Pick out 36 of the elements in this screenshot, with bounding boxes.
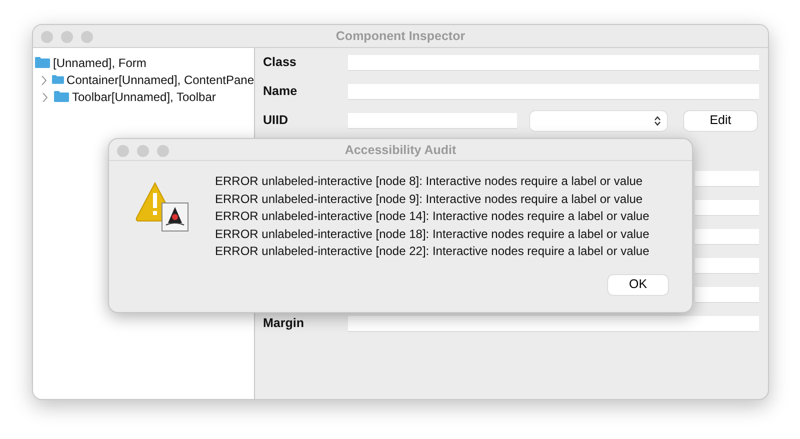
folder-icon (35, 57, 50, 68)
window-control[interactable] (137, 145, 149, 157)
dialog-title: Accessibility Audit (344, 143, 456, 157)
edit-button[interactable]: Edit (684, 110, 757, 130)
window-control[interactable] (41, 31, 53, 43)
input-field[interactable] (348, 316, 759, 332)
ok-button[interactable]: OK (608, 274, 668, 294)
tree-node[interactable]: [Unnamed], Form (53, 54, 146, 72)
error-message: ERROR unlabeled-interactive [node 14]: Interactive nodes require a label or value (215, 208, 650, 225)
field-label: Name (263, 83, 298, 100)
input-field[interactable] (348, 84, 759, 100)
folder-icon (52, 74, 64, 85)
window-control[interactable] (157, 145, 169, 157)
input-field[interactable] (695, 200, 759, 216)
dropdown[interactable] (530, 110, 667, 130)
window-control[interactable] (117, 145, 129, 157)
error-message: ERROR unlabeled-interactive [node 8]: Interactive nodes require a label or value (215, 173, 644, 190)
input-field[interactable] (695, 170, 759, 186)
window-control[interactable] (81, 31, 93, 43)
updown-icon (654, 116, 661, 126)
input-field[interactable] (348, 112, 517, 128)
input-field[interactable] (695, 286, 759, 302)
folder-icon (54, 91, 69, 102)
tree-node[interactable]: Container[Unnamed], ContentPane (66, 70, 254, 88)
error-message: ERROR unlabeled-interactive [node 22]: Interactive nodes require a label or value (215, 243, 650, 260)
input-field[interactable] (695, 228, 759, 244)
error-message: ERROR unlabeled-interactive [node 9]: Interactive nodes require a label or value (215, 190, 644, 208)
input-field[interactable] (695, 258, 759, 274)
window-control[interactable] (61, 31, 73, 43)
field-label: UIID (263, 112, 289, 130)
error-message: ERROR unlabeled-interactive [node 18]: Interactive nodes require a label or value (215, 226, 650, 242)
tree-node[interactable]: Toolbar[Unnamed], Toolbar (72, 88, 216, 106)
window-title: Component Inspector (336, 29, 466, 43)
field-label: Margin (263, 315, 305, 332)
field-label: Class (263, 54, 298, 72)
input-field[interactable] (348, 54, 759, 70)
